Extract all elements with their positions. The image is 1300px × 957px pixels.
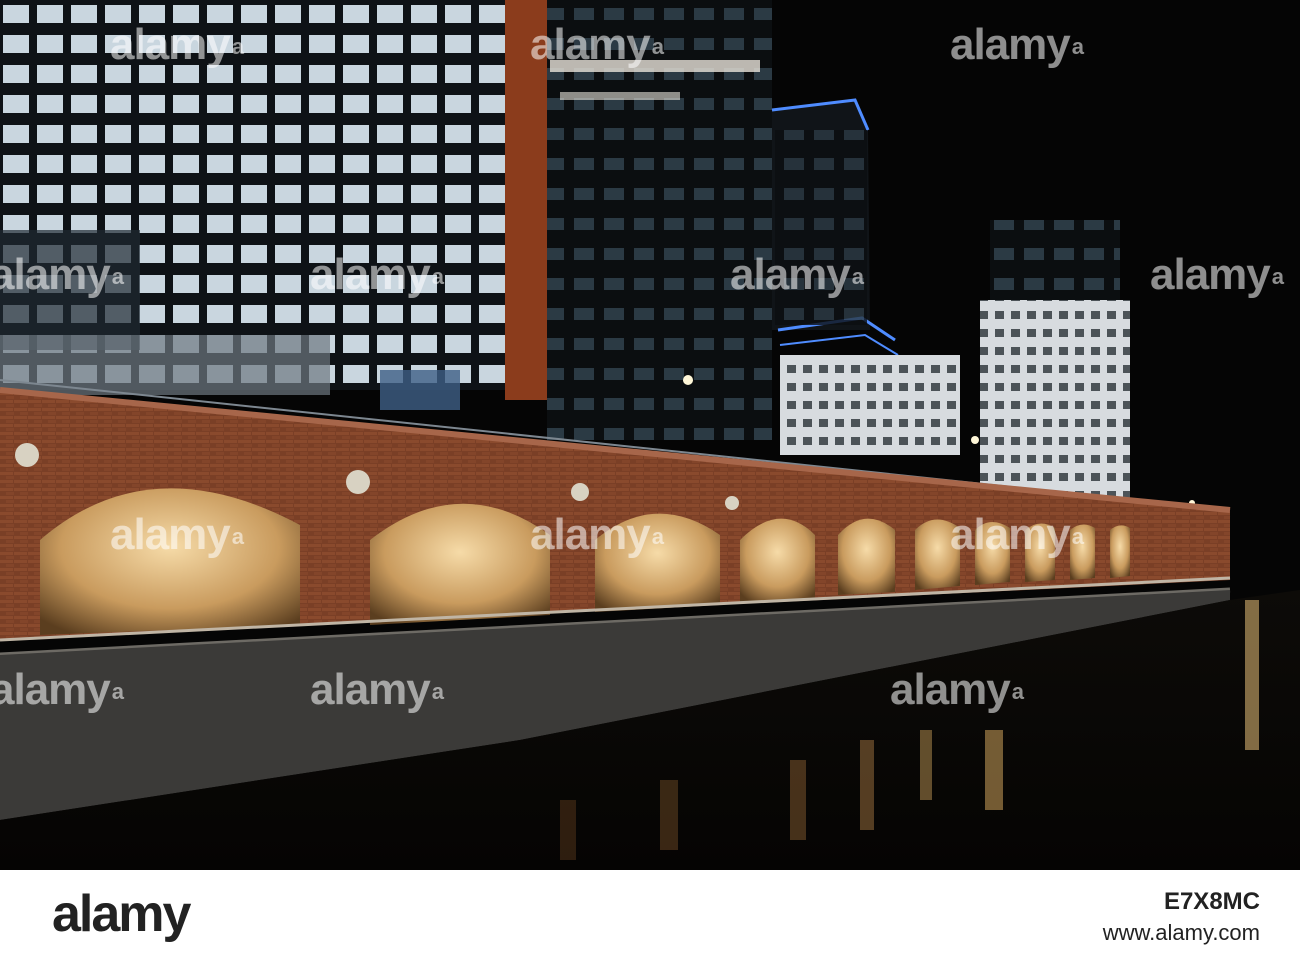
footer-logo: alamy (52, 885, 191, 943)
image-id: E7X8MC (1163, 888, 1260, 915)
watermark-symbol: a (1071, 34, 1084, 60)
arch (740, 518, 815, 602)
white-midrise (780, 355, 960, 455)
arch (838, 518, 895, 595)
street-light (683, 375, 693, 385)
watermark-symbol: a (651, 524, 664, 550)
watermark-symbol: a (111, 264, 124, 290)
watermark: alamya (530, 20, 664, 69)
roundel (15, 443, 39, 467)
watermark: alamya (730, 250, 864, 299)
watermark: alamya (310, 665, 444, 714)
watermark-symbol: a (1271, 264, 1284, 290)
watermark-symbol: a (111, 679, 124, 705)
watermark: alamya (110, 20, 244, 69)
watermark: alamya (890, 665, 1024, 714)
watermark: alamya (530, 510, 664, 559)
watermark: alamya (310, 250, 444, 299)
arch (1110, 525, 1130, 578)
watermark: alamya (1150, 250, 1284, 299)
footer-info: E7X8MC www.alamy.com (1103, 888, 1260, 946)
roundel (725, 496, 739, 510)
watermark-symbol: a (431, 264, 444, 290)
roundel (571, 483, 589, 501)
stock-footer: alamy E7X8MC www.alamy.com (0, 870, 1300, 957)
watermark-symbol: a (851, 264, 864, 290)
watermark: alamya (950, 20, 1084, 69)
watermark: alamya (950, 510, 1084, 559)
watermark-symbol: a (1011, 679, 1024, 705)
watermark-symbol: a (1071, 524, 1084, 550)
watermark-symbol: a (231, 34, 244, 60)
watermark: alamya (110, 510, 244, 559)
watermark-symbol: a (651, 34, 664, 60)
watermark-symbol: a (431, 679, 444, 705)
left-office-tower (0, 0, 505, 390)
roundel (346, 470, 370, 494)
watermark: alamya (0, 665, 124, 714)
watermark: alamya (0, 250, 124, 299)
right-tower (980, 220, 1130, 505)
watermark-symbol: a (231, 524, 244, 550)
footer-url[interactable]: www.alamy.com (1103, 920, 1260, 946)
street-light (971, 436, 979, 444)
night-riverside-scene (0, 0, 1300, 870)
